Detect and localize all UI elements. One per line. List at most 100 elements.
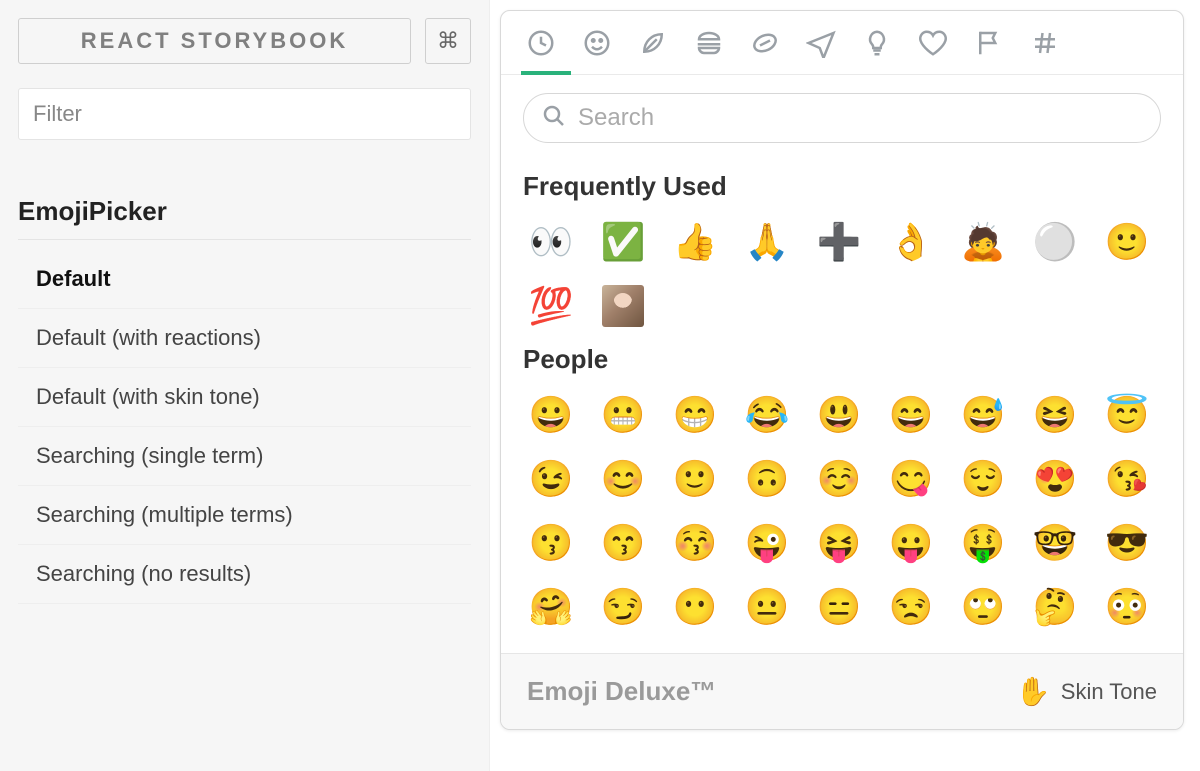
emoji-cell[interactable]: 🤔 [1027, 579, 1083, 635]
leaf-icon[interactable] [635, 22, 671, 64]
emoji-cell[interactable] [595, 278, 651, 334]
emoji-cell[interactable]: 👀 [523, 214, 579, 270]
emoji-cell[interactable]: 😗 [523, 515, 579, 571]
heart-icon[interactable] [915, 22, 951, 64]
emoji-cell[interactable]: 💯 [523, 278, 579, 334]
emoji-cell[interactable]: 😉 [523, 451, 579, 507]
emoji-cell[interactable]: 🙂 [667, 451, 723, 507]
shortcut-button[interactable]: ⌘ [425, 18, 471, 64]
emoji-cell[interactable]: 😳 [1099, 579, 1155, 635]
emoji-glyph: ➕ [817, 224, 862, 260]
skin-tone-label: Skin Tone [1061, 679, 1157, 705]
emoji-cell[interactable]: ⚪ [1027, 214, 1083, 270]
emoji-cell[interactable]: 👍 [667, 214, 723, 270]
emoji-cell[interactable]: 😎 [1099, 515, 1155, 571]
search-input[interactable] [578, 104, 1142, 132]
emoji-cell[interactable]: 😂 [739, 387, 795, 443]
emoji-cell[interactable]: 😄 [883, 387, 939, 443]
emoji-cell[interactable]: 😬 [595, 387, 651, 443]
emoji-cell[interactable]: 😍 [1027, 451, 1083, 507]
emoji-cell[interactable]: 😌 [955, 451, 1011, 507]
emoji-glyph: 😉 [529, 461, 574, 497]
bulb-icon[interactable] [859, 22, 895, 64]
emoji-glyph: 😊 [601, 461, 646, 497]
emoji-grid: 👀 ✅ 👍 🙏 ➕ 👌 🙇 ⚪ 🙂 💯 [523, 214, 1161, 334]
search-field[interactable] [523, 93, 1161, 143]
emoji-cell[interactable]: 😙 [595, 515, 651, 571]
emoji-glyph: 👍 [673, 224, 718, 260]
emoji-glyph: 🙂 [1105, 224, 1150, 260]
emoji-cell[interactable]: ➕ [811, 214, 867, 270]
hash-icon[interactable] [1027, 22, 1063, 64]
emoji-cell[interactable]: 😏 [595, 579, 651, 635]
emoji-glyph: 😎 [1105, 525, 1150, 561]
emoji-cell[interactable]: 👌 [883, 214, 939, 270]
emoji-glyph: 😛 [889, 525, 934, 561]
emoji-glyph: 🙃 [745, 461, 790, 497]
story-item[interactable]: Default (with skin tone) [18, 368, 471, 427]
emoji-cell[interactable]: 🙏 [739, 214, 795, 270]
emoji-glyph: 😒 [889, 589, 934, 625]
active-tab-indicator [521, 71, 571, 75]
emoji-cell[interactable]: 😇 [1099, 387, 1155, 443]
recent-icon[interactable] [523, 22, 559, 64]
emoji-glyph: 😃 [817, 397, 862, 433]
story-item[interactable]: Default [18, 250, 471, 309]
story-item[interactable]: Searching (no results) [18, 545, 471, 604]
story-item[interactable]: Searching (single term) [18, 427, 471, 486]
emoji-cell[interactable]: 😃 [811, 387, 867, 443]
emoji-glyph: ☺️ [817, 461, 862, 497]
emoji-glyph: 😐 [745, 589, 790, 625]
emoji-scroll-area[interactable]: Frequently Used👀✅👍🙏➕👌🙇⚪🙂💯People😀😬😁😂😃😄😅😆😇… [501, 157, 1183, 653]
emoji-cell[interactable]: 🙇 [955, 214, 1011, 270]
emoji-cell[interactable]: 😝 [811, 515, 867, 571]
emoji-cell[interactable]: 😶 [667, 579, 723, 635]
skin-tone-button[interactable]: ✋ Skin Tone [1016, 675, 1157, 708]
emoji-cell[interactable]: 🤑 [955, 515, 1011, 571]
emoji-glyph: 😚 [673, 525, 718, 561]
emoji-glyph: 😝 [817, 525, 862, 561]
emoji-cell[interactable]: 😛 [883, 515, 939, 571]
emoji-glyph: 😬 [601, 397, 646, 433]
emoji-cell[interactable]: 😒 [883, 579, 939, 635]
emoji-cell[interactable]: 🤓 [1027, 515, 1083, 571]
story-item[interactable]: Default (with reactions) [18, 309, 471, 368]
emoji-cell[interactable]: 😆 [1027, 387, 1083, 443]
plane-icon[interactable] [803, 22, 839, 64]
smiley-icon[interactable] [579, 22, 615, 64]
emoji-cell[interactable]: 🙃 [739, 451, 795, 507]
filter-input[interactable] [18, 88, 471, 140]
emoji-glyph: 😍 [1033, 461, 1078, 497]
section-heading: People [523, 344, 1161, 375]
emoji-glyph: 🤓 [1033, 525, 1078, 561]
emoji-glyph: 🙄 [961, 589, 1006, 625]
emoji-cell[interactable]: 😜 [739, 515, 795, 571]
emoji-cell[interactable]: 😋 [883, 451, 939, 507]
emoji-cell[interactable]: 😚 [667, 515, 723, 571]
emoji-cell[interactable]: ✅ [595, 214, 651, 270]
story-list: DefaultDefault (with reactions)Default (… [18, 250, 471, 604]
football-icon[interactable] [747, 22, 783, 64]
emoji-cell[interactable]: 🤗 [523, 579, 579, 635]
story-item[interactable]: Searching (multiple terms) [18, 486, 471, 545]
emoji-glyph: 😑 [817, 589, 862, 625]
emoji-cell[interactable]: 😅 [955, 387, 1011, 443]
emoji-cell[interactable]: 😊 [595, 451, 651, 507]
emoji-cell[interactable]: ☺️ [811, 451, 867, 507]
custom-emoji-avatar [602, 285, 644, 327]
emoji-glyph: 👌 [889, 224, 934, 260]
emoji-cell[interactable]: 😀 [523, 387, 579, 443]
emoji-cell[interactable]: 🙄 [955, 579, 1011, 635]
emoji-cell[interactable]: 😁 [667, 387, 723, 443]
emoji-cell[interactable]: 🙂 [1099, 214, 1155, 270]
sidebar-header: REACT STORYBOOK ⌘ [18, 18, 471, 64]
emoji-cell[interactable]: 😘 [1099, 451, 1155, 507]
burger-icon[interactable] [691, 22, 727, 64]
emoji-glyph: 😂 [745, 397, 790, 433]
flag-icon[interactable] [971, 22, 1007, 64]
emoji-cell[interactable]: 😐 [739, 579, 795, 635]
emoji-glyph: 😋 [889, 461, 934, 497]
sidebar-section-title: EmojiPicker [18, 196, 471, 240]
emoji-cell[interactable]: 😑 [811, 579, 867, 635]
category-tabs [501, 11, 1183, 75]
